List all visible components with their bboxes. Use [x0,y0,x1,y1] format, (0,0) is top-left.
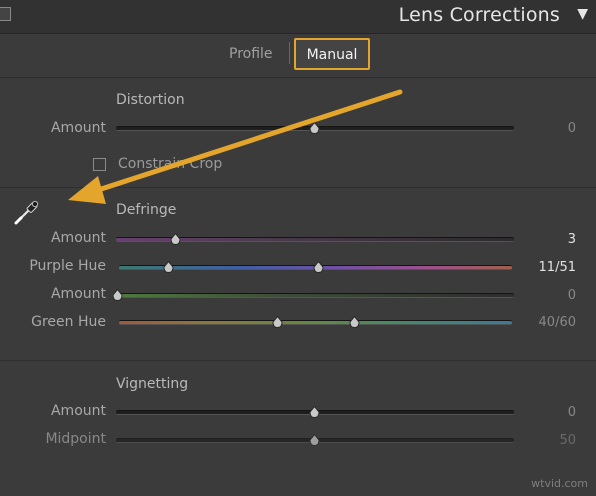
green-hue-value[interactable]: 40/60 [506,315,576,330]
panel-title: Lens Corrections [398,4,560,26]
slider-thumb[interactable] [309,434,320,446]
tab-separator [289,42,290,64]
vignetting-midpoint-slider[interactable] [116,434,514,446]
vignetting-amount-slider[interactable] [116,406,514,418]
green-amount-slider[interactable] [112,289,514,301]
slider-thumb-high[interactable] [349,316,360,328]
tab-profile[interactable]: Profile [229,46,273,62]
eyedropper-icon[interactable] [12,197,42,227]
section-divider [0,187,596,188]
panel-grip-icon[interactable] [0,7,11,21]
vignetting-midpoint-value[interactable]: 50 [506,433,576,448]
vignetting-midpoint-label: Midpoint [45,431,106,447]
slider-thumb-high[interactable] [313,261,324,273]
green-hue-slider[interactable] [119,316,512,328]
distortion-amount-value[interactable]: 0 [506,121,576,136]
tab-manual[interactable]: Manual [294,38,370,70]
distortion-amount-label: Amount [50,120,106,136]
green-hue-label: Green Hue [31,314,106,330]
purple-amount-label: Amount [50,230,106,246]
vignetting-amount-label: Amount [50,403,106,419]
slider-thumb[interactable] [112,289,123,301]
vignetting-amount-value[interactable]: 0 [506,405,576,420]
distortion-amount-slider[interactable] [116,122,514,134]
watermark: wtvid.com [531,477,588,490]
panel-header[interactable]: Lens Corrections ▼ [0,0,596,34]
constrain-crop-checkbox[interactable] [93,158,106,171]
purple-hue-slider[interactable] [119,261,512,273]
green-amount-label: Amount [50,286,106,302]
distortion-title: Distortion [116,92,185,108]
green-amount-value[interactable]: 0 [506,288,576,303]
slider-thumb[interactable] [309,122,320,134]
slider-thumb-low[interactable] [272,316,283,328]
collapse-caret-icon[interactable]: ▼ [577,6,588,22]
purple-amount-value[interactable]: 3 [506,232,576,247]
slider-thumb-low[interactable] [163,261,174,273]
section-divider [0,360,596,361]
tab-bar: Profile Manual [0,34,596,78]
vignetting-title: Vignetting [116,376,189,392]
slider-thumb[interactable] [170,233,181,245]
purple-hue-label: Purple Hue [29,258,106,274]
defringe-title: Defringe [116,202,177,218]
constrain-crop-label: Constrain Crop [118,156,223,172]
purple-amount-slider[interactable] [116,233,514,245]
purple-hue-value[interactable]: 11/51 [506,260,576,275]
slider-thumb[interactable] [309,406,320,418]
